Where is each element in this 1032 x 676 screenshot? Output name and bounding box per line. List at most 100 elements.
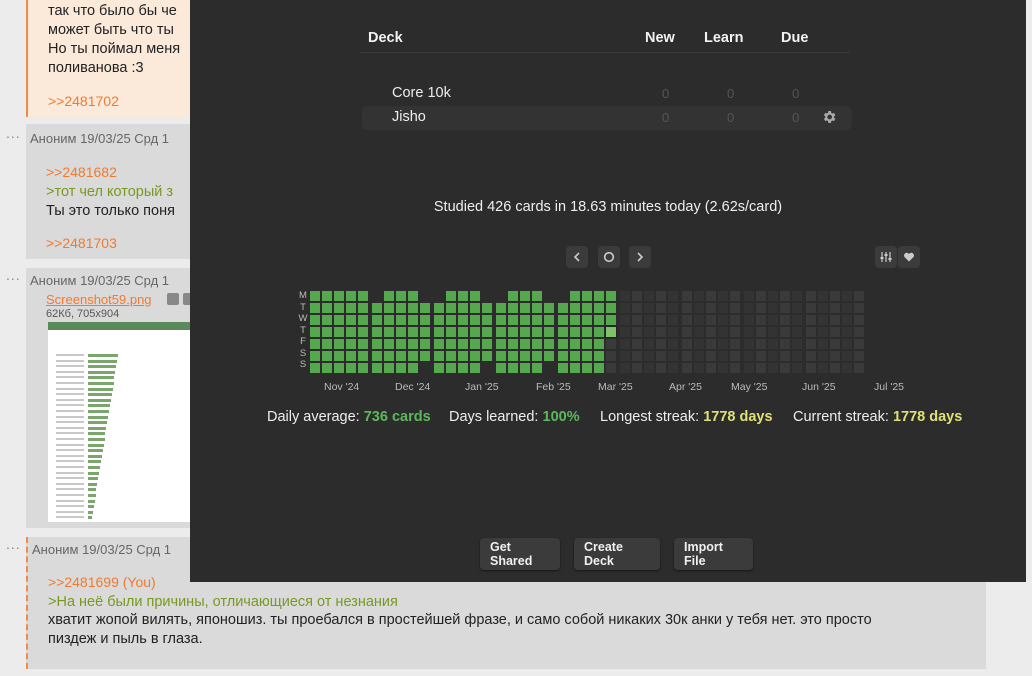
heatmap-day-cell[interactable] bbox=[570, 327, 580, 337]
heatmap-day-cell[interactable] bbox=[520, 291, 530, 301]
heatmap-day-cell[interactable] bbox=[434, 363, 444, 373]
heatmap-day-cell[interactable] bbox=[496, 291, 506, 301]
heatmap-day-cell[interactable] bbox=[408, 339, 418, 349]
heatmap-day-cell[interactable] bbox=[668, 327, 678, 337]
heatmap-day-cell[interactable] bbox=[408, 291, 418, 301]
heatmap-day-cell[interactable] bbox=[644, 339, 654, 349]
heatmap-day-cell[interactable] bbox=[818, 315, 828, 325]
heatmap-support-button[interactable] bbox=[898, 246, 920, 268]
heatmap-day-cell[interactable] bbox=[520, 363, 530, 373]
heatmap-day-cell[interactable] bbox=[594, 351, 604, 361]
attachment-thumbnail[interactable] bbox=[48, 322, 198, 522]
heatmap-day-cell[interactable] bbox=[434, 339, 444, 349]
heatmap-day-cell[interactable] bbox=[372, 363, 382, 373]
heatmap-day-cell[interactable] bbox=[520, 327, 530, 337]
heatmap-day-cell[interactable] bbox=[372, 291, 382, 301]
heatmap-day-cell[interactable] bbox=[520, 339, 530, 349]
heatmap-today-button[interactable] bbox=[598, 246, 620, 268]
heatmap-day-cell[interactable] bbox=[358, 303, 368, 313]
import-file-button[interactable]: Import File bbox=[674, 538, 753, 570]
heatmap-day-cell[interactable] bbox=[682, 363, 692, 373]
heatmap-day-cell[interactable] bbox=[508, 303, 518, 313]
heatmap-day-cell[interactable] bbox=[842, 291, 852, 301]
heatmap-day-cell[interactable] bbox=[644, 327, 654, 337]
heatmap-day-cell[interactable] bbox=[818, 351, 828, 361]
heatmap-day-cell[interactable] bbox=[310, 291, 320, 301]
heatmap-day-cell[interactable] bbox=[854, 351, 864, 361]
heatmap-day-cell[interactable] bbox=[830, 303, 840, 313]
heatmap-day-cell[interactable] bbox=[756, 351, 766, 361]
heatmap-day-cell[interactable] bbox=[446, 327, 456, 337]
post-menu-icon[interactable]: ... bbox=[6, 125, 21, 141]
image-search-icon[interactable] bbox=[167, 293, 179, 305]
heatmap-day-cell[interactable] bbox=[842, 351, 852, 361]
heatmap-day-cell[interactable] bbox=[644, 315, 654, 325]
heatmap-day-cell[interactable] bbox=[446, 351, 456, 361]
heatmap-day-cell[interactable] bbox=[570, 291, 580, 301]
reply-link[interactable]: >>2481702 bbox=[48, 93, 119, 109]
heatmap-day-cell[interactable] bbox=[310, 351, 320, 361]
heatmap-day-cell[interactable] bbox=[558, 315, 568, 325]
deck-row[interactable]: Jisho 0 0 0 bbox=[362, 106, 852, 130]
heatmap-day-cell[interactable] bbox=[532, 291, 542, 301]
heatmap-day-cell[interactable] bbox=[434, 291, 444, 301]
deck-row[interactable]: Core 10k 0 0 0 bbox=[362, 82, 852, 106]
heatmap-day-cell[interactable] bbox=[420, 363, 430, 373]
heatmap-day-cell[interactable] bbox=[582, 303, 592, 313]
quote-link[interactable]: >>2481682 bbox=[46, 164, 117, 180]
heatmap-day-cell[interactable] bbox=[396, 291, 406, 301]
heatmap-day-cell[interactable] bbox=[830, 291, 840, 301]
heatmap-day-cell[interactable] bbox=[558, 339, 568, 349]
heatmap-day-cell[interactable] bbox=[384, 327, 394, 337]
heatmap-day-cell[interactable] bbox=[544, 291, 554, 301]
heatmap-day-cell[interactable] bbox=[470, 291, 480, 301]
heatmap-day-cell[interactable] bbox=[644, 303, 654, 313]
heatmap-day-cell[interactable] bbox=[482, 363, 492, 373]
heatmap-day-cell[interactable] bbox=[768, 291, 778, 301]
heatmap-day-cell[interactable] bbox=[620, 303, 630, 313]
heatmap-day-cell[interactable] bbox=[842, 315, 852, 325]
heatmap-day-cell[interactable] bbox=[606, 363, 616, 373]
heatmap-day-cell[interactable] bbox=[408, 315, 418, 325]
heatmap-day-cell[interactable] bbox=[482, 339, 492, 349]
heatmap-day-cell[interactable] bbox=[470, 327, 480, 337]
heatmap-day-cell[interactable] bbox=[322, 339, 332, 349]
heatmap-day-cell[interactable] bbox=[558, 363, 568, 373]
deck-name[interactable]: Core 10k bbox=[392, 85, 451, 101]
heatmap-day-cell[interactable] bbox=[408, 363, 418, 373]
heatmap-day-cell[interactable] bbox=[508, 339, 518, 349]
heatmap-day-cell[interactable] bbox=[706, 315, 716, 325]
heatmap-day-cell[interactable] bbox=[706, 303, 716, 313]
heatmap-day-cell[interactable] bbox=[730, 351, 740, 361]
heatmap-day-cell[interactable] bbox=[656, 363, 666, 373]
heatmap-day-cell[interactable] bbox=[806, 363, 816, 373]
heatmap-day-cell[interactable] bbox=[496, 303, 506, 313]
heatmap-day-cell[interactable] bbox=[372, 327, 382, 337]
heatmap-day-cell[interactable] bbox=[792, 315, 802, 325]
heatmap-day-cell[interactable] bbox=[744, 327, 754, 337]
heatmap-day-cell[interactable] bbox=[718, 315, 728, 325]
heatmap-day-cell[interactable] bbox=[756, 363, 766, 373]
heatmap-day-cell[interactable] bbox=[744, 351, 754, 361]
heatmap-day-cell[interactable] bbox=[780, 339, 790, 349]
heatmap-day-cell[interactable] bbox=[322, 291, 332, 301]
heatmap-day-cell[interactable] bbox=[842, 339, 852, 349]
heatmap-day-cell[interactable] bbox=[434, 315, 444, 325]
heatmap-day-cell[interactable] bbox=[496, 351, 506, 361]
heatmap-day-cell[interactable] bbox=[384, 315, 394, 325]
heatmap-day-cell[interactable] bbox=[756, 315, 766, 325]
heatmap-day-cell[interactable] bbox=[706, 327, 716, 337]
heatmap-day-cell[interactable] bbox=[780, 291, 790, 301]
heatmap-day-cell[interactable] bbox=[854, 303, 864, 313]
heatmap-day-cell[interactable] bbox=[656, 327, 666, 337]
heatmap-day-cell[interactable] bbox=[620, 315, 630, 325]
heatmap-day-cell[interactable] bbox=[606, 339, 616, 349]
heatmap-day-cell[interactable] bbox=[606, 351, 616, 361]
heatmap-day-cell[interactable] bbox=[334, 327, 344, 337]
heatmap-day-cell[interactable] bbox=[756, 339, 766, 349]
deck-name[interactable]: Jisho bbox=[392, 109, 426, 125]
heatmap-day-cell[interactable] bbox=[668, 303, 678, 313]
heatmap-day-cell[interactable] bbox=[792, 351, 802, 361]
heatmap-day-cell[interactable] bbox=[582, 327, 592, 337]
heatmap-day-cell[interactable] bbox=[446, 363, 456, 373]
